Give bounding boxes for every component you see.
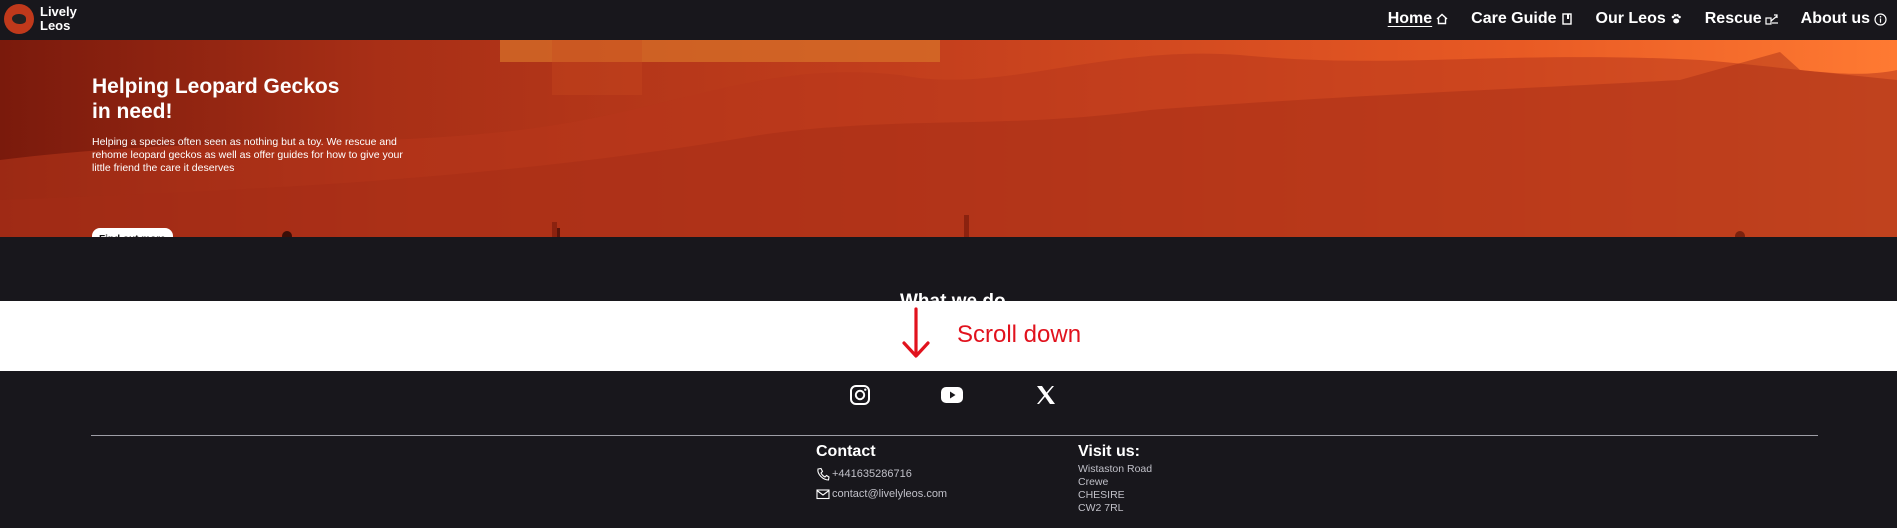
instagram-icon[interactable]	[848, 383, 872, 407]
info-icon	[1873, 12, 1887, 26]
hero-banner: Helping Leopard Geckos in need! Helping …	[0, 40, 1897, 237]
home-icon	[1435, 12, 1449, 26]
brand-name: Lively Leos	[40, 4, 77, 33]
rescue-icon	[1765, 12, 1779, 26]
visit-us-column: Visit us: Wistaston Road Crewe CHESIRE C…	[1078, 443, 1152, 515]
visit-us-title: Visit us:	[1078, 443, 1140, 460]
footer-divider	[91, 435, 1818, 436]
nav-about-us[interactable]: About us	[1801, 10, 1887, 28]
email-link[interactable]: contact@livelyleos.com	[816, 487, 947, 501]
phone-icon	[817, 467, 830, 481]
address: Wistaston Road Crewe CHESIRE CW2 7RL	[1078, 463, 1153, 514]
top-navbar: Lively Leos Home Care Guide Our Leos Res…	[0, 0, 1897, 40]
nav-rescue[interactable]: Rescue	[1705, 10, 1779, 28]
nav-our-leos[interactable]: Our Leos	[1596, 10, 1683, 28]
nav-care-guide[interactable]: Care Guide	[1471, 10, 1573, 28]
book-icon	[1560, 12, 1574, 26]
find-out-more-button[interactable]: Find out more	[92, 228, 173, 237]
nav-home[interactable]: Home	[1388, 10, 1449, 28]
contact-title: Contact	[816, 443, 876, 460]
mail-icon	[816, 489, 830, 500]
scroll-down-label: Scroll down	[957, 321, 1082, 348]
x-icon[interactable]	[1034, 383, 1058, 407]
paw-icon	[1669, 12, 1683, 26]
phone-link[interactable]: +441635286716	[816, 467, 947, 481]
arrow-down-icon	[902, 307, 930, 358]
gecko-logo-icon	[4, 4, 34, 34]
nav-links: Home Care Guide Our Leos Rescue About us	[1388, 10, 1887, 28]
hero-content: Helping Leopard Geckos in need! Helping …	[92, 74, 422, 237]
hero-description: Helping a species often seen as nothing …	[92, 136, 403, 174]
youtube-icon[interactable]	[940, 383, 964, 407]
scroll-hint-overlay: Scroll down	[0, 301, 1897, 371]
brand-logo[interactable]: Lively Leos	[4, 4, 77, 34]
site-footer: Contact +441635286716 contact@livelyleos…	[0, 371, 1897, 528]
contact-column: Contact +441635286716 contact@livelyleos…	[816, 443, 947, 501]
hero-title: Helping Leopard Geckos in need!	[92, 75, 340, 123]
